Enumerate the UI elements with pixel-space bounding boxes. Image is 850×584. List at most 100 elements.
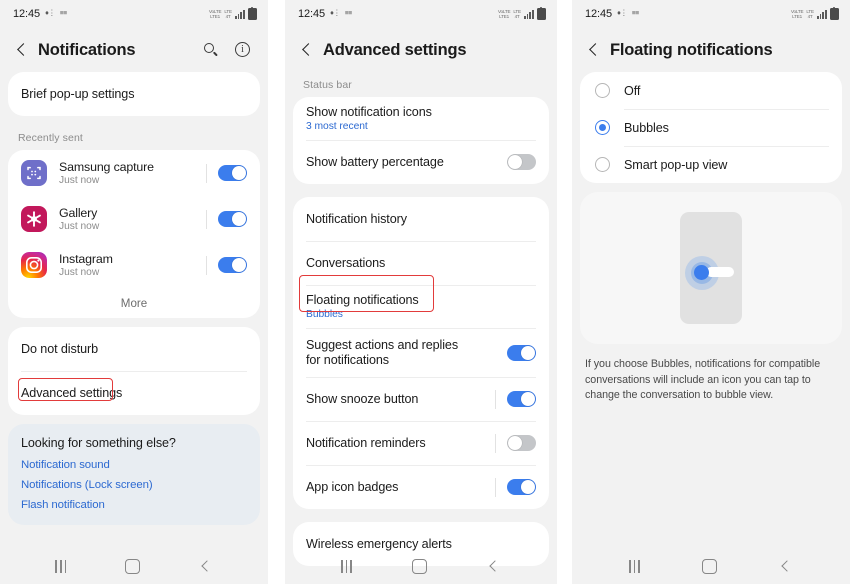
status-bar-right: VoLTE LTE1 LTE 4T (791, 6, 839, 20)
show-snooze-button-toggle[interactable] (507, 391, 536, 407)
nav-bar (572, 548, 850, 584)
list-item[interactable]: Gallery Just now (8, 196, 260, 242)
link-flash-notification[interactable]: Flash notification (21, 499, 247, 511)
divider (495, 433, 496, 453)
do-not-disturb-row[interactable]: Do not disturb (8, 327, 260, 371)
row-text: Show battery percentage (306, 155, 495, 170)
show-notification-icons-row[interactable]: Show notification icons 3 most recent (293, 97, 549, 140)
app-notification-toggle[interactable] (218, 165, 247, 181)
search-icon[interactable] (202, 41, 220, 59)
info-icon[interactable] (234, 41, 252, 59)
toggle-area (194, 255, 247, 275)
floating-notifications-row[interactable]: Floating notifications Bubbles (293, 285, 549, 328)
option-bubbles[interactable]: Bubbles (580, 109, 842, 146)
app-notification-toggle[interactable] (218, 257, 247, 273)
battery-icon (248, 6, 257, 20)
row-text: Floating notifications Bubbles (306, 293, 536, 320)
more-label: More (120, 296, 148, 310)
sim-status-icon: ≡≡ (59, 9, 67, 18)
divider (206, 209, 207, 229)
illustration-phone-shape (680, 212, 742, 324)
battery-icon (830, 6, 839, 20)
signal-bars-icon (234, 9, 245, 19)
more-button[interactable]: More (8, 288, 260, 318)
recents-icon[interactable] (340, 559, 353, 573)
status-bar-clock: 12:45 (298, 8, 326, 20)
radio-button[interactable] (595, 83, 610, 98)
nav-back-icon[interactable] (487, 559, 501, 573)
link-notification-sound[interactable]: Notification sound (21, 459, 247, 471)
home-icon[interactable] (125, 558, 141, 574)
show-battery-percentage-toggle[interactable] (507, 154, 536, 170)
brief-popup-settings-row[interactable]: Brief pop-up settings (8, 72, 260, 116)
row-title: Conversations (306, 255, 386, 270)
recently-sent-label: Recently sent (18, 132, 83, 144)
row-title: Brief pop-up settings (21, 86, 135, 101)
row-title: Show snooze button (306, 391, 419, 406)
volte-line2: LTE1 (499, 14, 510, 19)
recents-icon[interactable] (628, 559, 641, 573)
status-bar-left: 12:45 ●⋮ ≡≡ (298, 8, 352, 20)
notification-history-row[interactable]: Notification history (293, 197, 549, 241)
show-snooze-button-row[interactable]: Show snooze button (293, 377, 549, 421)
app-timestamp: Just now (59, 221, 100, 232)
suggest-actions-toggle[interactable] (507, 344, 536, 361)
status-bar-right: VoLTE LTE1 LTE 4T (498, 6, 546, 20)
app-icon-badges-row[interactable]: App icon badges (293, 465, 549, 509)
phone-screen-floating-notifications: 12:45 ●⋮ ≡≡ VoLTE LTE1 LTE 4T Floating n… (572, 0, 850, 584)
instagram-icon (21, 252, 47, 278)
network-indicator: LTE 4T (513, 9, 521, 19)
row-title: Suggest actions and replies for notifica… (306, 337, 459, 367)
app-bar-floating-notifications: Floating notifications (572, 28, 850, 72)
nav-back-icon[interactable] (199, 559, 213, 573)
back-chevron-icon[interactable] (584, 40, 604, 60)
radio-button-selected[interactable] (595, 120, 610, 135)
option-label: Bubbles (624, 120, 669, 135)
row-text: Conversations (306, 256, 536, 271)
link-notifications-lock-screen[interactable]: Notifications (Lock screen) (21, 479, 247, 491)
option-off[interactable]: Off (580, 72, 842, 109)
conversations-row[interactable]: Conversations (293, 241, 549, 285)
row-subtitle: 3 most recent (306, 121, 368, 132)
show-battery-percentage-row[interactable]: Show battery percentage (293, 140, 549, 184)
row-title: Notification reminders (306, 435, 426, 450)
list-item-text: Samsung capture Just now (59, 160, 194, 186)
app-bar-actions (202, 41, 252, 59)
volte-indicator: VoLTE LTE1 (498, 9, 511, 19)
back-chevron-icon[interactable] (297, 40, 317, 60)
divider (495, 389, 496, 409)
nav-back-icon[interactable] (779, 559, 793, 573)
network-sub: 4T (807, 14, 813, 19)
status-bar: 12:45 ●⋮ ≡≡ VoLTE LTE1 LTE 4T (572, 0, 850, 28)
row-text: Notification history (306, 212, 536, 227)
home-icon[interactable] (412, 558, 428, 574)
toggle-area (495, 344, 536, 361)
panel2-body: Status bar Show notification icons 3 mos… (285, 72, 557, 566)
floating-notifications-description: If you choose Bubbles, notifications for… (585, 358, 821, 401)
recents-icon[interactable] (55, 559, 67, 573)
app-notification-toggle[interactable] (218, 211, 247, 227)
app-icon-badges-toggle[interactable] (507, 479, 536, 495)
option-smart-popup-view[interactable]: Smart pop-up view (580, 146, 842, 183)
list-item[interactable]: Instagram Just now (8, 242, 260, 288)
home-icon[interactable] (702, 558, 718, 574)
page-title: Floating notifications (610, 40, 773, 59)
radio-button[interactable] (595, 157, 610, 172)
volte-line2: LTE1 (210, 14, 221, 19)
brief-popup-card: Brief pop-up settings (8, 72, 260, 116)
toggle-area (483, 433, 536, 453)
sim-status-icon: ≡≡ (631, 9, 639, 18)
battery-icon (537, 6, 546, 20)
toggle-area (194, 163, 247, 183)
notification-reminders-toggle[interactable] (507, 435, 536, 451)
row-title: Show notification icons (306, 105, 432, 119)
option-label: Smart pop-up view (624, 157, 728, 172)
notification-reminders-row[interactable]: Notification reminders (293, 421, 549, 465)
app-name: Samsung capture (59, 160, 154, 174)
back-chevron-icon[interactable] (12, 40, 32, 60)
advanced-settings-row[interactable]: Advanced settings (8, 371, 260, 415)
list-item[interactable]: Samsung capture Just now (8, 150, 260, 196)
network-indicator: LTE 4T (224, 9, 232, 19)
list-item-text: Instagram Just now (59, 252, 194, 278)
suggest-actions-row[interactable]: Suggest actions and replies for notifica… (293, 328, 549, 377)
